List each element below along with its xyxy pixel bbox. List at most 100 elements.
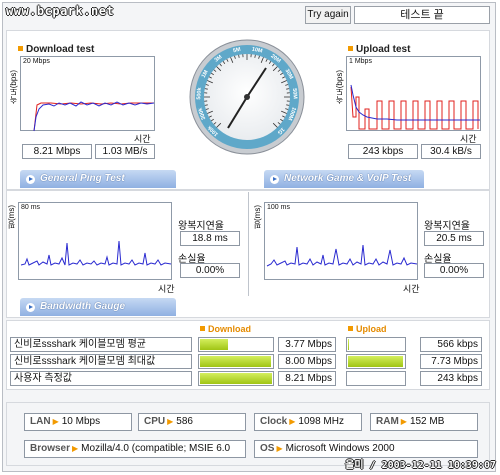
download-y-axis-label: 속도(bps) (9, 70, 18, 105)
bullet-icon (18, 46, 23, 51)
ram-value: 152 MB (409, 416, 445, 427)
tab-network-game-voip-test[interactable]: Network Game & VoIP Test (264, 170, 424, 188)
gauge-upload-bar (346, 337, 406, 352)
arrow-right-icon: ▶ (400, 417, 407, 426)
gauge-row-label: 신비로ssshark 케이블모뎀 최대값 (10, 354, 192, 369)
speedometer-tick-label: 50M (291, 88, 298, 100)
gauge-row-label: 신비로ssshark 케이블모뎀 평균 (10, 337, 192, 352)
download-series-blue (33, 101, 155, 132)
try-again-button[interactable]: Try again (305, 6, 351, 24)
upload-graph-plot (350, 84, 480, 130)
gauge-download-heading: Download (200, 324, 251, 334)
arrow-right-icon: ▶ (289, 417, 296, 426)
gauge-download-value: 8.00 Mbps (278, 354, 336, 369)
ping-right-delay-value: 20.5 ms (424, 231, 484, 246)
download-graph: 20 Mbps (20, 56, 155, 132)
arrow-right-icon: ▶ (52, 417, 59, 426)
arrow-right-icon: ▶ (167, 417, 174, 426)
ping-right-plot (266, 244, 418, 267)
bullet-icon (348, 326, 353, 331)
upload-graph: 1 Mbps (346, 56, 481, 131)
gauge-upload-value: 7.73 Mbps (420, 354, 482, 369)
download-bytes-value: 1.03 MB/s (95, 144, 155, 159)
download-speed-value: 8.21 Mbps (22, 144, 92, 159)
site-watermark: www.bcpark.net (6, 4, 115, 18)
cpu-value: 586 (176, 416, 193, 427)
upload-series-red (350, 86, 479, 130)
browser-value: Mozilla/4.0 (compatible; MSIE 6.0 (81, 443, 231, 454)
arrow-circle-icon (26, 303, 35, 312)
cpu-label: CPU (144, 416, 166, 427)
gauge-upload-value: 243 kbps (420, 371, 482, 386)
gauge-download-fill (200, 339, 228, 350)
gauge-upload-heading: Upload (348, 324, 387, 334)
os-label: OS (260, 443, 275, 454)
ping-right-loss-value: 0.00% (424, 263, 484, 278)
speedometer-tick-label: 500k (196, 86, 203, 100)
lan-info: LAN ▶ 10 Mbps (24, 413, 132, 431)
arrow-right-icon: ▶ (72, 444, 79, 453)
ping-left-x-axis-label: 시간 (158, 284, 175, 294)
ping-right-graph: 100 ms (264, 202, 418, 280)
gauge-upload-bar (346, 371, 406, 386)
bullet-icon (348, 46, 353, 51)
ping-left-delay-label: 왕복지연율 (178, 221, 224, 232)
ping-left-y-axis-label: 핑(ms) (7, 205, 16, 229)
tab-general-ping-test[interactable]: General Ping Test (20, 170, 176, 188)
clock-info: Clock ▶ 1098 MHz (254, 413, 362, 431)
gauge-upload-bar (346, 354, 406, 369)
download-graph-plot (33, 101, 155, 132)
gauge-download-value: 8.21 Mbps (278, 371, 336, 386)
upload-title-text: Upload test (356, 44, 411, 55)
ping-divider (248, 192, 249, 296)
gauge-download-value: 3.77 Mbps (278, 337, 336, 352)
ping-left-graph: 80 ms (18, 202, 172, 280)
lan-value: 10 Mbps (61, 416, 101, 427)
speedometer-hub (244, 94, 250, 100)
browser-label: Browser (30, 443, 71, 454)
download-title-text: Download test (26, 44, 95, 55)
gauge-download-bar (198, 354, 274, 369)
arrow-circle-icon (26, 175, 35, 184)
gauge-upload-fill (348, 356, 403, 367)
upload-y-axis-label: 속도(bps) (335, 70, 344, 105)
arrow-right-icon: ▶ (276, 444, 283, 453)
lan-label: LAN (30, 416, 51, 427)
ping-left-loss-value: 0.00% (180, 263, 240, 278)
ping-right-series (266, 244, 418, 267)
gauge-upload-value: 566 kbps (420, 337, 482, 352)
speedometer: 100k300k500k1M3M5M 10M20M30M50M100M1G (189, 39, 305, 155)
upload-bytes-value: 30.4 kB/s (421, 144, 481, 159)
gauge-download-heading-text: Download (208, 324, 251, 334)
gauge-download-bar (198, 371, 274, 386)
os-value: Microsoft Windows 2000 (285, 443, 395, 454)
ping-left-plot (20, 240, 172, 266)
gauge-download-bar (198, 337, 274, 352)
test-status-text: 테스트 끝 (354, 6, 490, 24)
ping-left-series (20, 240, 172, 266)
gauge-upload-fill (348, 339, 349, 350)
gauge-row-label: 사용자 측정값 (10, 371, 192, 386)
upload-speed-value: 243 kbps (348, 144, 418, 159)
gauge-download-fill (200, 373, 272, 384)
clock-label: Clock (260, 416, 288, 427)
capture-timestamp: 올미 / 2003-12-11 10:39:07 (345, 460, 496, 471)
ping-left-delay-value: 18.8 ms (180, 231, 240, 246)
download-test-title: Download test (18, 44, 94, 55)
download-series-red (33, 102, 154, 132)
upload-test-title: Upload test (348, 44, 410, 55)
bullet-icon (200, 326, 205, 331)
arrow-circle-icon (270, 175, 279, 184)
tab-bandwidth-gauge[interactable]: Bandwidth Gauge (20, 298, 176, 316)
tab-gauge-label: Bandwidth Gauge (40, 301, 125, 312)
ram-info: RAM ▶ 152 MB (370, 413, 478, 431)
ram-label: RAM (376, 416, 399, 427)
clock-value: 1098 MHz (298, 416, 344, 427)
browser-info: Browser ▶ Mozilla/4.0 (compatible; MSIE 6.… (24, 440, 246, 458)
ping-right-x-axis-label: 시간 (403, 284, 420, 294)
ping-right-delay-label: 왕복지연율 (424, 221, 470, 232)
ping-right-y-axis-label: 핑(ms) (253, 205, 262, 229)
tab-game-label: Network Game & VoIP Test (284, 173, 412, 184)
tab-ping-label: General Ping Test (40, 173, 125, 184)
cpu-info: CPU ▶ 586 (138, 413, 246, 431)
